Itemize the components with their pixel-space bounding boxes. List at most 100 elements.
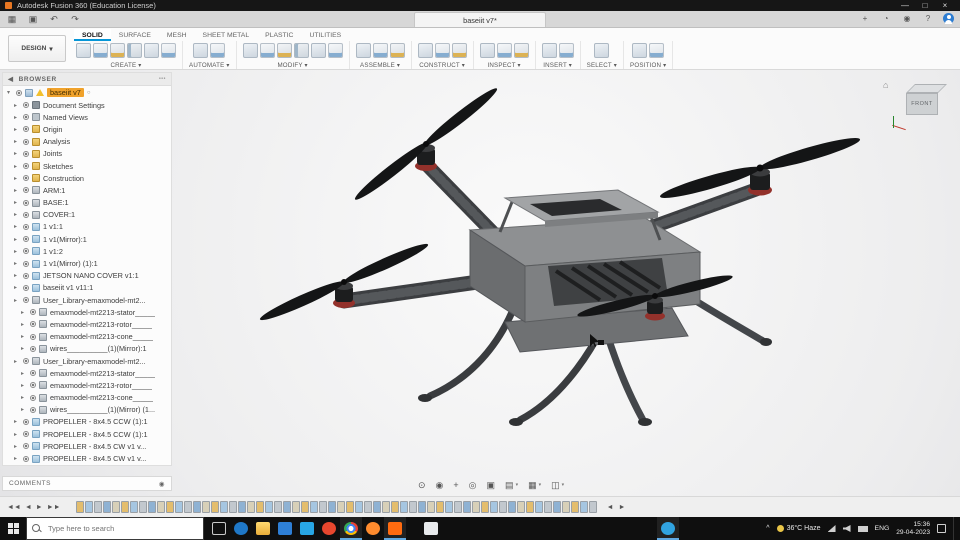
visibility-icon[interactable] xyxy=(30,394,36,401)
view-cube-front-face[interactable]: FRONT xyxy=(906,93,938,115)
expand-icon[interactable]: ▸ xyxy=(21,345,27,352)
tray-expand-icon[interactable]: ^ xyxy=(766,525,769,532)
language-indicator[interactable]: ENG xyxy=(875,525,890,532)
expand-icon[interactable]: ▸ xyxy=(14,272,20,279)
timeline-feature[interactable] xyxy=(282,501,291,513)
start-button[interactable] xyxy=(0,517,26,540)
timeline-feature[interactable] xyxy=(561,501,570,513)
create-tool-icon[interactable] xyxy=(76,43,91,58)
browser-item[interactable]: ▸ PROPELLER - 8x4.5 CCW (1):1 xyxy=(3,428,171,440)
comments-panel[interactable]: COMMENTS ◉ xyxy=(2,476,172,491)
modify-tool-icon[interactable] xyxy=(327,43,343,58)
timeline-feature[interactable] xyxy=(516,501,525,513)
visibility-icon[interactable] xyxy=(23,455,29,462)
timeline-feature[interactable] xyxy=(435,501,444,513)
firefox-taskbar-icon[interactable] xyxy=(362,517,384,540)
visibility-icon[interactable] xyxy=(16,89,22,96)
timeline-feature[interactable] xyxy=(588,501,597,513)
construct-tool-icon[interactable] xyxy=(417,43,433,58)
network-icon[interactable] xyxy=(827,525,836,532)
visibility-icon[interactable] xyxy=(23,150,29,157)
visibility-icon[interactable] xyxy=(23,358,29,365)
play-button[interactable]: ► xyxy=(36,504,43,511)
view-cube-top-face[interactable] xyxy=(906,84,947,93)
position-tool-icon[interactable] xyxy=(632,43,648,58)
look-at-tool[interactable]: ◉ xyxy=(436,480,444,491)
visibility-icon[interactable] xyxy=(23,418,29,425)
skype-taskbar-icon[interactable] xyxy=(657,517,679,540)
fusion-360-taskbar-icon[interactable] xyxy=(384,517,406,540)
task-view-taskbar-icon[interactable] xyxy=(208,517,230,540)
insert-tool-icon[interactable] xyxy=(558,43,574,58)
insert-tool-icon[interactable] xyxy=(541,43,557,58)
tab-utilities[interactable]: UTILITIES xyxy=(301,29,349,41)
timeline-feature[interactable] xyxy=(291,501,300,513)
browser-item[interactable]: ▸ Origin xyxy=(3,123,171,135)
extensions-icon[interactable]: + xyxy=(859,13,871,24)
panel-options-icon[interactable]: ••• xyxy=(159,76,166,82)
modify-tool-icon[interactable] xyxy=(293,43,309,58)
minimize-button[interactable]: — xyxy=(895,0,915,11)
home-icon[interactable]: ⌂ xyxy=(883,80,888,90)
inspect-tool-icon[interactable] xyxy=(513,43,529,58)
browser-item[interactable]: ▸ Analysis xyxy=(3,136,171,148)
browser-item[interactable]: ▸ baseiit v1 v11:1 xyxy=(3,282,171,294)
timeline-feature[interactable] xyxy=(309,501,318,513)
expand-icon[interactable]: ▸ xyxy=(14,223,20,230)
expand-icon[interactable]: ▸ xyxy=(14,175,20,182)
chrome-taskbar-icon[interactable] xyxy=(340,517,362,540)
timeline-feature[interactable] xyxy=(462,501,471,513)
expand-icon[interactable]: ▸ xyxy=(21,406,27,413)
tab-mesh[interactable]: MESH xyxy=(159,29,195,41)
expand-icon[interactable]: ▸ xyxy=(14,443,20,450)
timeline-feature[interactable] xyxy=(129,501,138,513)
expand-icon[interactable]: ▸ xyxy=(14,297,20,304)
browser-item[interactable]: ▸ emaxmodel-mt2213-rotor_____ xyxy=(3,318,171,330)
jump-to-begin-button[interactable]: ◄◄ xyxy=(7,504,21,511)
create-dropdown[interactable]: CREATE ▾ xyxy=(110,62,141,69)
timeline-feature[interactable] xyxy=(210,501,219,513)
fit-tool[interactable]: ▣ xyxy=(487,480,496,491)
visibility-icon[interactable] xyxy=(23,248,29,255)
browser-item[interactable]: ▸ Document Settings xyxy=(3,99,171,111)
root-label[interactable]: baseiit v7 xyxy=(47,88,84,97)
expand-icon[interactable]: ▸ xyxy=(21,382,27,389)
browser-item[interactable]: ▸ emaxmodel-mt2213-stator_____ xyxy=(3,306,171,318)
visibility-icon[interactable] xyxy=(30,333,36,340)
visibility-icon[interactable] xyxy=(23,187,29,194)
display-settings-tool[interactable]: ▤ ▾ xyxy=(505,480,518,491)
workspace-selector[interactable]: DESIGN ▾ xyxy=(8,35,66,62)
visibility-icon[interactable] xyxy=(30,382,36,389)
expand-icon[interactable]: ▸ xyxy=(14,126,20,133)
select-tool-icon[interactable] xyxy=(594,43,610,58)
timeline-feature[interactable] xyxy=(399,501,408,513)
browser-item[interactable]: ▸ User_Library-emaxmodel-mt2... xyxy=(3,355,171,367)
browser-item[interactable]: ▸ emaxmodel-mt2213-cone_____ xyxy=(3,392,171,404)
browser-item[interactable]: ▸ wires__________(1)(Mirror) (1... xyxy=(3,404,171,416)
timeline-feature[interactable] xyxy=(408,501,417,513)
expand-icon[interactable]: ▸ xyxy=(14,236,20,243)
visibility-icon[interactable] xyxy=(23,260,29,267)
modify-tool-icon[interactable] xyxy=(276,43,292,58)
timeline-feature[interactable] xyxy=(552,501,561,513)
battery-icon[interactable] xyxy=(857,525,868,532)
timeline-feature[interactable] xyxy=(453,501,462,513)
visibility-icon[interactable] xyxy=(23,199,29,206)
timeline-feature[interactable] xyxy=(507,501,516,513)
browser-item[interactable]: ▸ 1 v1:2 xyxy=(3,245,171,257)
timeline-feature[interactable] xyxy=(120,501,129,513)
browser-root-item[interactable]: ▾ baseiit v7 ○ xyxy=(3,86,171,99)
timeline-feature[interactable] xyxy=(543,501,552,513)
browser-item[interactable]: ▸ COVER:1 xyxy=(3,209,171,221)
timeline-feature[interactable] xyxy=(480,501,489,513)
modify-tool-icon[interactable] xyxy=(242,43,258,58)
create-tool-icon[interactable] xyxy=(144,43,159,58)
close-button[interactable]: × xyxy=(935,0,955,11)
timeline-feature[interactable] xyxy=(300,501,309,513)
timeline-feature[interactable] xyxy=(525,501,534,513)
pan-tool[interactable]: + xyxy=(453,480,458,490)
create-tool-icon[interactable] xyxy=(93,43,108,58)
timeline-feature[interactable] xyxy=(228,501,237,513)
visibility-icon[interactable] xyxy=(23,114,29,121)
timeline-feature[interactable] xyxy=(318,501,327,513)
